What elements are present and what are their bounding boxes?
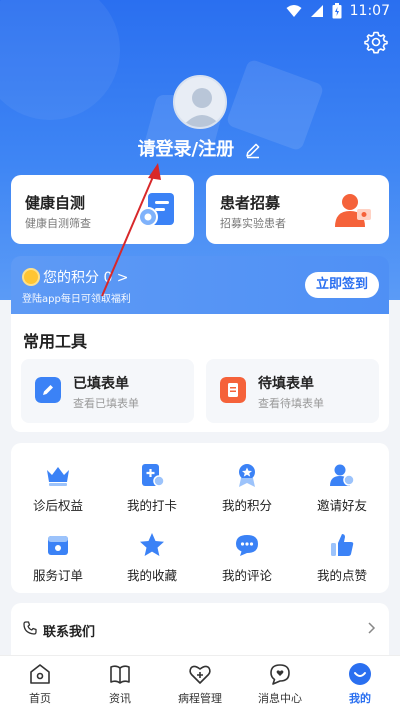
filled-form-icon [35, 377, 61, 403]
contact-us-row[interactable]: 联系我们 [11, 603, 389, 655]
filled-forms-button[interactable]: 已填表单 查看已填表单 [21, 359, 194, 423]
grid-item-my-checkin[interactable]: 我的打卡 [105, 461, 199, 514]
checkin-icon [142, 464, 165, 487]
coin-icon [22, 268, 40, 286]
login-register-text[interactable]: 请登录/注册 [138, 139, 235, 160]
comment-icon [236, 535, 258, 556]
tool-subtitle: 查看待填表单 [258, 397, 324, 410]
grid-item-my-likes[interactable]: 我的点赞 [295, 531, 389, 584]
grid-item-my-comments[interactable]: 我的评论 [200, 531, 294, 584]
grid-item-my-favorites[interactable]: 我的收藏 [105, 531, 199, 584]
tool-title: 待填表单 [258, 376, 314, 392]
feature-title: 患者招募 [220, 194, 281, 212]
bottom-tab-bar: 首页 资讯 病程管理 消息中心 我的 [0, 655, 400, 712]
avatar[interactable] [173, 75, 227, 129]
medal-icon [239, 464, 255, 487]
login-register-link[interactable]: 请登录/注册 [0, 135, 400, 161]
signal-icon [310, 5, 323, 17]
chevron-right-icon [368, 622, 376, 634]
grid-item-service-orders[interactable]: 服务订单 [11, 531, 105, 584]
smile-icon [349, 663, 371, 685]
grid-item-label: 我的点赞 [316, 568, 367, 583]
edit-icon[interactable] [244, 141, 262, 159]
feature-title: 健康自测 [25, 194, 86, 212]
recruitment-icon [335, 194, 371, 227]
grid-item-my-points[interactable]: 我的积分 [200, 461, 294, 514]
tab-message-center[interactable]: 消息中心 [240, 662, 320, 706]
tool-title: 已填表单 [73, 376, 129, 392]
points-subtitle: 登陆app每日可领取福利 [22, 294, 131, 305]
tab-home[interactable]: 首页 [0, 662, 80, 706]
status-bar: 11:07 [0, 0, 400, 24]
check-in-button[interactable]: 立即签到 [305, 272, 379, 298]
star-icon [140, 533, 164, 556]
feature-subtitle: 健康自测筛查 [25, 217, 91, 230]
feature-subtitle: 招募实验患者 [220, 217, 286, 230]
section-heading: 常用工具 [23, 332, 88, 351]
home-icon [30, 664, 50, 684]
tab-label: 消息中心 [258, 692, 302, 705]
patient-recruitment-card[interactable]: 患者招募 招募实验患者 [206, 175, 389, 244]
health-self-test-card[interactable]: 健康自测 健康自测筛查 [11, 175, 194, 244]
wifi-icon [286, 5, 302, 17]
tab-label: 我的 [349, 692, 371, 705]
grid-item-label: 我的打卡 [126, 498, 177, 513]
tool-subtitle: 查看已填表单 [73, 397, 139, 410]
heart-plus-icon [189, 665, 211, 684]
grid-item-label: 我的评论 [221, 568, 272, 583]
tab-mine[interactable]: 我的 [320, 662, 400, 706]
grid-item-label: 诊后权益 [32, 498, 83, 513]
order-icon [48, 536, 68, 555]
grid-item-invite-friends[interactable]: 邀请好友 [295, 461, 389, 514]
feature-grid: 诊后权益 我的打卡 我的积分 邀请好友 服务订单 我的收藏 我的评论 我的点赞 [11, 443, 389, 593]
grid-item-label: 我的收藏 [126, 568, 177, 583]
tab-label: 首页 [29, 692, 51, 705]
status-time: 11:07 [349, 3, 390, 19]
book-icon [110, 665, 130, 684]
contact-us-label: 联系我们 [43, 625, 96, 640]
points-banner[interactable]: 您的积分 0 > 登陆app每日可领取福利 立即签到 [11, 256, 389, 314]
crown-icon [47, 467, 69, 486]
thumbs-up-icon [331, 534, 354, 556]
tab-disease-management[interactable]: 病程管理 [160, 662, 240, 706]
self-test-icon [138, 193, 174, 227]
grid-item-label: 我的积分 [221, 498, 272, 513]
grid-item-post-diagnosis-benefits[interactable]: 诊后权益 [11, 461, 105, 514]
common-tools-section: 常用工具 已填表单 查看已填表单 待填表单 查看待填表单 [11, 314, 389, 432]
tab-label: 病程管理 [178, 692, 222, 705]
tab-news[interactable]: 资讯 [80, 662, 160, 706]
message-heart-icon [270, 664, 290, 685]
tab-label: 资讯 [109, 692, 131, 705]
grid-item-label: 邀请好友 [316, 498, 367, 513]
phone-icon [23, 621, 37, 635]
grid-item-label: 服务订单 [32, 568, 83, 583]
pending-forms-button[interactable]: 待填表单 查看待填表单 [206, 359, 379, 423]
pending-form-icon [220, 377, 246, 403]
gear-icon[interactable] [364, 30, 388, 54]
battery-icon [332, 3, 342, 19]
invite-icon [330, 464, 355, 486]
points-title[interactable]: 您的积分 0 > [43, 267, 129, 287]
